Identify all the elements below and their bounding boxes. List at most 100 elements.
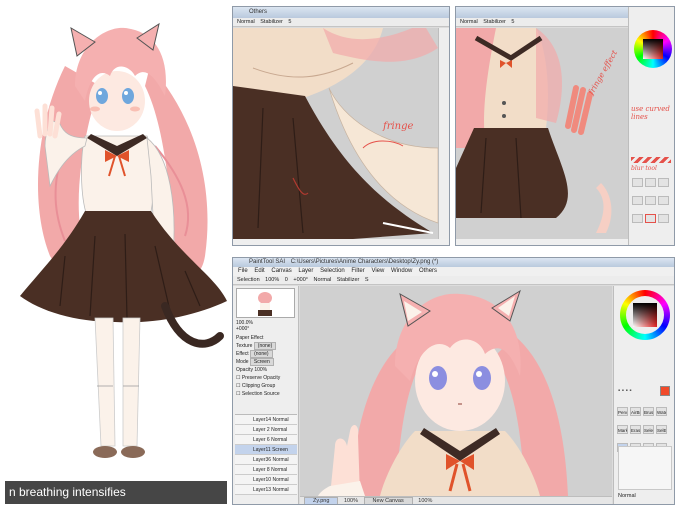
layer-row[interactable]: Layer10 Normal	[235, 475, 297, 485]
tool-selection-eraser[interactable]: SelEras	[656, 425, 667, 434]
window-titlebar: Others	[233, 7, 449, 18]
tool-cell[interactable]	[658, 196, 669, 205]
layer-mode: Normal	[271, 467, 288, 473]
brush-size-panel[interactable]	[618, 446, 672, 490]
tool-select[interactable]: Select	[643, 425, 654, 434]
canvas-tab-active[interactable]: Zy.png	[304, 497, 339, 504]
layer-mode: Normal	[272, 457, 289, 463]
brush-mode-label[interactable]: Normal	[618, 493, 636, 499]
main-canvas[interactable]	[300, 286, 612, 496]
stabilizer-label: Stabilizer	[483, 19, 506, 25]
effect-select[interactable]: (none)	[250, 350, 273, 358]
stabilizer-label: Stabilizer	[336, 277, 360, 283]
tool-pencil[interactable]: Pencil	[617, 407, 628, 416]
color-wheel[interactable]	[634, 30, 672, 68]
layer-name: Layer36	[253, 457, 272, 463]
file-path: C:\Users\Pictures\Anime Characters\Deskt…	[290, 259, 439, 265]
tool-cell[interactable]	[632, 178, 643, 187]
tool-cell[interactable]	[645, 196, 656, 205]
stabilizer-value[interactable]: 5	[288, 19, 291, 25]
stabilizer-value[interactable]: 5	[511, 19, 514, 25]
canvas-area[interactable]: fringe effect	[456, 28, 628, 239]
menu-canvas[interactable]: Canvas	[271, 268, 291, 274]
horizontal-scrollbar[interactable]	[456, 239, 628, 245]
layer-mode: Normal	[271, 427, 288, 433]
layer-row[interactable]: Layer13 Normal	[235, 485, 297, 495]
texture-select[interactable]: (none)	[253, 342, 277, 350]
blend-mode-select[interactable]: Normal	[314, 277, 332, 283]
menu-window[interactable]: Window	[391, 268, 412, 274]
tool-grid	[631, 175, 674, 235]
opacity-label: Opacity	[236, 367, 253, 373]
layer-mode: Screen	[272, 447, 288, 453]
layer-row[interactable]: Layer 8 Normal	[235, 465, 297, 475]
layer-row-selected[interactable]: Layer11 Screen	[235, 445, 297, 455]
stabilizer-value[interactable]: S	[365, 277, 369, 283]
menu-others[interactable]: Others	[419, 268, 437, 274]
blend-mode-select[interactable]: Normal	[460, 19, 478, 25]
tool-brush[interactable]: Brush	[643, 407, 654, 416]
selection-source-checkbox[interactable]: ☐ Selection Source	[236, 390, 296, 398]
menu-view[interactable]: View	[371, 268, 384, 274]
layer-panel: 100.0% +000° Paper Effect Texture (none)…	[233, 286, 299, 504]
layer-row[interactable]: Layer36 Normal	[235, 455, 297, 465]
menu-layer[interactable]: Layer	[298, 268, 313, 274]
menu-bar: File Edit Canvas Layer Selection Filter …	[233, 267, 674, 276]
tool-water[interactable]: Water	[656, 407, 667, 416]
tool-cell[interactable]	[658, 178, 669, 187]
menu-edit[interactable]: Edit	[254, 268, 264, 274]
color-tool-panel: use curved lines blur tool	[628, 7, 674, 245]
tool-cell[interactable]	[645, 178, 656, 187]
layer-name: Layer 6	[253, 437, 270, 443]
layer-row[interactable]: Layer 2 Normal	[235, 425, 297, 435]
menu-selection[interactable]: Selection	[320, 268, 345, 274]
primary-color-swatch[interactable]	[660, 386, 670, 396]
rotation-value[interactable]: 0	[285, 277, 288, 283]
color-square[interactable]	[633, 303, 657, 327]
layer-row[interactable]: Layer14 Normal	[235, 415, 297, 425]
angle-value[interactable]: +000°	[293, 277, 308, 283]
layer-name: Layer10	[253, 477, 272, 483]
canvas-tab-new-zoom: 100%	[418, 498, 433, 504]
color-tool-panel: ▪ ▪ ▪ ▪ PencilAirBrushBrushWater MarkerE…	[613, 286, 674, 504]
zoom-value[interactable]: 100%	[265, 277, 279, 283]
preserve-opacity-checkbox[interactable]: ☐ Preserve Opacity	[236, 374, 296, 382]
preserve-opacity-label: Preserve Opacity	[241, 375, 281, 381]
opacity-value[interactable]: 100%	[254, 367, 267, 373]
canvas-tab-bar: Zy.png 100% New Canvas 100%	[300, 496, 612, 504]
selection-toggle[interactable]: Selection	[237, 277, 260, 283]
layer-row[interactable]: Layer 6 Normal	[235, 435, 297, 445]
character-drawing	[20, 22, 227, 458]
tool-cell[interactable]	[658, 214, 669, 223]
tool-airbrush[interactable]: AirBrush	[630, 407, 641, 416]
color-square[interactable]	[643, 39, 663, 59]
horizontal-scrollbar[interactable]	[233, 239, 449, 245]
color-wheel[interactable]	[620, 290, 670, 340]
window-titlebar: PaintTool SAI C:\Users\Pictures\Anime Ch…	[233, 258, 674, 267]
navigator-thumbnail[interactable]	[236, 288, 295, 318]
canvas-area[interactable]: fringe	[233, 28, 438, 239]
nav-angle[interactable]: +000°	[236, 326, 296, 332]
navigator-controls: 100.0% +000°	[236, 320, 296, 332]
layer-mode: Normal	[272, 477, 289, 483]
vertical-scrollbar[interactable]	[438, 28, 449, 239]
tool-cell[interactable]	[632, 196, 643, 205]
menu-file[interactable]: File	[238, 268, 248, 274]
layer-name: Layer11	[253, 447, 271, 453]
mode-select[interactable]: Screen	[249, 358, 274, 366]
tool-marker[interactable]: Marker	[617, 425, 628, 434]
layer-properties: Paper Effect Texture (none) Effect (none…	[236, 334, 296, 398]
tool-cell[interactable]	[632, 214, 643, 223]
tool-cell[interactable]	[645, 214, 656, 223]
fringe-annotation: fringe	[383, 121, 414, 132]
clipping-group-checkbox[interactable]: ☐ Clipping Group	[236, 382, 296, 390]
texture-label: Texture	[236, 343, 253, 349]
layer-mode: Normal	[272, 487, 289, 493]
menu-filter[interactable]: Filter	[351, 268, 364, 274]
window-toolbar: Normal Stabilizer 5	[233, 18, 449, 27]
blend-mode-select[interactable]: Normal	[237, 19, 255, 25]
zoomed-blouse-drawing	[456, 28, 612, 233]
canvas-tab-new[interactable]: New Canvas	[363, 497, 413, 504]
navigator-preview	[258, 292, 272, 316]
tool-eraser[interactable]: Eraser	[630, 425, 641, 434]
